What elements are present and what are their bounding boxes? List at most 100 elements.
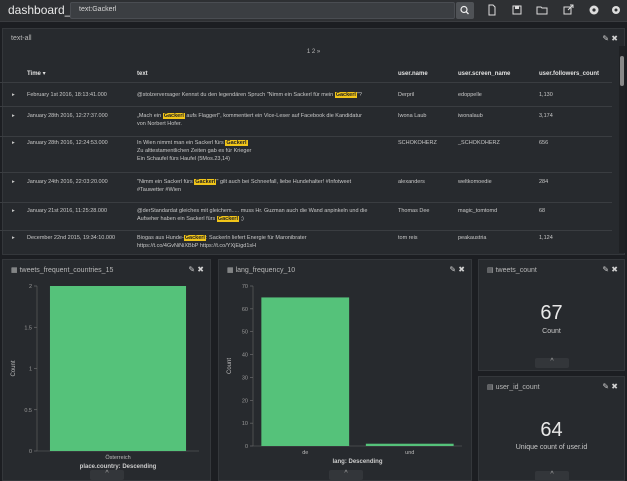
expand-caret-icon[interactable]: ▸ <box>12 139 15 147</box>
table-row[interactable]: ▸ January 28th 2016, 12:24:53.000 In Wie… <box>0 136 612 172</box>
search-highlight: Gackerl <box>225 140 248 146</box>
panel-header: ▦ lang_frequency_10 ✎ ✖ <box>219 260 471 278</box>
x-axis-label: lang: Descending <box>332 459 382 465</box>
gear-icon[interactable] <box>610 4 622 16</box>
cell-time: February 1st 2016, 18:13:41.000 <box>27 92 107 98</box>
cell-user-name: Thomas Dee <box>398 208 430 214</box>
settings-icon[interactable] <box>588 4 600 16</box>
expand-caret-icon[interactable]: ▸ <box>12 112 15 120</box>
y-tick-label: 2 <box>29 284 32 290</box>
table-row[interactable]: ▸ January 24th 2016, 22:03:20.000 "Nimm … <box>0 172 612 202</box>
expand-caret-icon[interactable]: ▸ <box>12 207 15 215</box>
y-tick-label: 60 <box>242 307 248 313</box>
column-header-time[interactable]: Time ▾ <box>27 70 46 78</box>
y-tick-label: 20 <box>242 398 248 404</box>
cell-text: Biogas aus Hunde-Gackerl: Sackerln liefe… <box>137 235 307 249</box>
cell-time: December 22nd 2015, 19:34:10.000 <box>27 235 116 241</box>
collapse-toggle[interactable]: ^ <box>535 471 569 481</box>
search-highlight: Gackerl <box>162 113 185 119</box>
open-folder-icon[interactable] <box>536 4 548 16</box>
save-icon[interactable] <box>511 4 523 16</box>
table-row[interactable]: ▸ December 22nd 2015, 19:34:10.000 Bioga… <box>0 230 612 254</box>
y-tick-label: 70 <box>242 284 248 290</box>
column-header-user-name[interactable]: user.name <box>398 70 428 78</box>
countries-bar-chart: 00.511.52CountÖsterreichplace.country: D… <box>11 284 199 470</box>
tweets-count-panel: ▤ tweets_count ✎ ✖ 67 Count ^ <box>478 259 625 371</box>
close-icon[interactable]: ✖ <box>611 265 618 274</box>
close-icon[interactable]: ✖ <box>458 265 465 274</box>
column-header-followers[interactable]: user.followers_count <box>539 70 599 78</box>
expand-caret-icon[interactable]: ▸ <box>12 91 15 99</box>
new-document-icon[interactable] <box>486 4 498 16</box>
scrollbar-thumb[interactable] <box>620 56 624 86</box>
close-icon[interactable]: ✖ <box>611 382 618 391</box>
panel-title: tweets_frequent_countries_15 <box>19 267 114 274</box>
cell-screen-name: magic_tomtomd <box>458 208 498 214</box>
cell-screen-name: iwonalaub <box>458 113 483 119</box>
panel-title: text-all <box>11 35 32 42</box>
cell-screen-name: peakaustria <box>458 235 487 241</box>
edit-pencil-icon[interactable]: ✎ <box>602 34 609 43</box>
y-tick-label: 0 <box>29 449 32 455</box>
bar-de <box>261 297 350 446</box>
share-icon[interactable] <box>562 4 574 16</box>
panel-header: ▦ tweets_frequent_countries_15 ✎ ✖ <box>3 260 210 278</box>
cell-time: January 28th 2016, 12:24:53.000 <box>27 140 108 146</box>
cell-screen-name: _SCHOKOHERZ <box>458 140 500 146</box>
cell-screen-name: weltkomoedie <box>458 179 492 185</box>
panel-title: user_id_count <box>495 384 540 391</box>
panel-title: lang_frequency_10 <box>235 267 296 274</box>
metric-icon: ▤ <box>487 267 494 274</box>
metric-value: 64 <box>540 419 563 441</box>
y-tick-label: 10 <box>242 421 248 427</box>
column-header-screen-name[interactable]: user.screen_name <box>458 70 510 78</box>
y-tick-label: 50 <box>242 330 248 336</box>
cell-followers: 656 <box>539 140 549 146</box>
metric-label: Count <box>542 328 561 335</box>
search-button[interactable] <box>456 2 474 19</box>
expand-caret-icon[interactable]: ▸ <box>12 178 15 186</box>
lang-bar-chart: 0 10 20 30 40 50 60 70 Count de und lang: Descendin… <box>227 284 462 465</box>
table-row[interactable]: ▸ January 28th 2016, 12:27:37.000 „Mach … <box>0 106 612 136</box>
cell-followers: 1,124 <box>539 235 553 241</box>
collapse-toggle[interactable]: ^ <box>90 470 124 480</box>
countries-panel: ▦ tweets_frequent_countries_15 ✎ ✖ 0 0.5 1… <box>2 259 211 481</box>
cell-followers: 1,130 <box>539 92 553 98</box>
close-icon[interactable]: ✖ <box>611 34 618 43</box>
bar-und <box>365 443 454 446</box>
panel-title: tweets_count <box>495 267 537 274</box>
column-header-text[interactable]: text <box>137 70 148 78</box>
edit-pencil-icon[interactable]: ✎ <box>602 265 609 274</box>
search-highlight: Gackerl <box>216 216 239 222</box>
lang-panel: ▦ lang_frequency_10 ✎ ✖ 0 10 20 30 40 50 60 70 C… <box>218 259 472 481</box>
collapse-toggle[interactable]: ^ <box>535 358 569 368</box>
cell-text: "Nimm ein Sackerl fürs Gackerl" gilt auc… <box>137 179 352 193</box>
dashboard-title: dashboard_1 <box>8 3 79 17</box>
cell-text: @derStandardat gleiches mit gleichem....… <box>137 208 368 222</box>
expand-caret-icon[interactable]: ▸ <box>12 234 15 242</box>
edit-pencil-icon[interactable]: ✎ <box>188 265 195 274</box>
edit-pencil-icon[interactable]: ✎ <box>449 265 456 274</box>
collapse-toggle[interactable]: ^ <box>329 470 363 480</box>
close-icon[interactable]: ✖ <box>197 265 204 274</box>
edit-pencil-icon[interactable]: ✎ <box>602 382 609 391</box>
cell-followers: 68 <box>539 208 546 214</box>
cell-user-name: tom reis <box>398 235 418 241</box>
panel-header: text-all ✎ ✖ <box>3 29 624 47</box>
table-row[interactable]: ▸ February 1st 2016, 18:13:41.000 @stolz… <box>0 82 612 106</box>
pagination[interactable]: 1 2 » <box>2 49 625 55</box>
user-id-count-panel: ▤ user_id_count ✎ ✖ 64 Unique count of u… <box>478 376 625 481</box>
metric-value: 67 <box>540 302 563 324</box>
x-tick-label: de <box>302 450 308 456</box>
table-row[interactable]: ▸ January 21st 2016, 11:25:28.000 @derSt… <box>0 202 612 230</box>
table-header: Time ▾ text user.name user.screen_name u… <box>0 70 612 80</box>
y-tick-label: 0.5 <box>24 408 32 414</box>
metric-label: Unique count of user.id <box>515 444 588 451</box>
panel-header: ▤ user_id_count ✎ ✖ <box>479 377 624 395</box>
y-axis-label: Count <box>11 360 17 376</box>
table-scrollbar[interactable] <box>619 46 625 253</box>
cell-text: In Wien nimmt man ein Sackerl fürs Gacke… <box>137 140 252 162</box>
cell-screen-name: edoppelle <box>458 92 482 98</box>
search-input[interactable]: text:Gackerl <box>70 2 455 19</box>
top-navbar: dashboard_1 text:Gackerl <box>0 0 627 22</box>
